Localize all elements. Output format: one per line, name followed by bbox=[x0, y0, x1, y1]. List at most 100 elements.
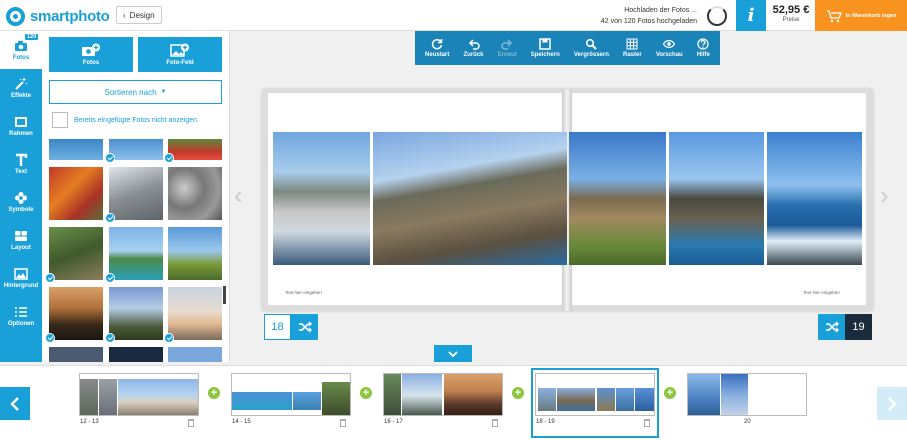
price-display[interactable]: 52,95 € Preise bbox=[768, 4, 814, 23]
design-back-button[interactable]: ‹ Design bbox=[116, 6, 162, 24]
photo-thumbnail[interactable] bbox=[168, 139, 222, 160]
grid-button[interactable]: Raster bbox=[623, 38, 642, 58]
tool-frames[interactable]: Rahmen bbox=[0, 107, 42, 145]
left-page-caption[interactable]: Text hier eingeben bbox=[285, 290, 322, 295]
magic-wand-icon bbox=[15, 78, 28, 90]
trash-icon[interactable] bbox=[492, 419, 498, 427]
right-page-number: 19 bbox=[845, 314, 872, 340]
hide-used-checkbox[interactable] bbox=[52, 112, 68, 128]
preview-button[interactable]: Vorschau bbox=[656, 38, 683, 58]
photo-thumbnail[interactable] bbox=[49, 287, 103, 340]
spread-thumbnail-16-17[interactable] bbox=[383, 373, 503, 416]
spread-thumbnail-14-15[interactable] bbox=[231, 373, 351, 416]
right-page-caption[interactable]: Text hier eingeben bbox=[803, 290, 840, 295]
chevron-right-icon: › bbox=[880, 180, 889, 210]
photo-thumbnail[interactable] bbox=[109, 139, 163, 160]
tool-label: Layout bbox=[11, 245, 31, 251]
filmstrip-next-button[interactable] bbox=[877, 387, 907, 420]
tool-label: Text bbox=[15, 169, 27, 175]
photo-thumbnail[interactable] bbox=[109, 287, 163, 340]
add-photos-label: Fotos bbox=[82, 60, 100, 66]
photo-thumbnail[interactable] bbox=[109, 167, 163, 220]
tool-photos[interactable]: 120 Fotos bbox=[0, 31, 42, 69]
page-photo-mountain[interactable] bbox=[569, 132, 666, 265]
photo-thumbnail[interactable] bbox=[168, 287, 222, 340]
used-check-icon bbox=[105, 273, 115, 283]
help-button[interactable]: Hilfe bbox=[697, 38, 710, 58]
save-icon bbox=[539, 38, 551, 50]
shuffle-left-button[interactable] bbox=[291, 314, 318, 340]
page-photo-cliffs[interactable] bbox=[373, 132, 567, 265]
design-button-label: Design bbox=[129, 10, 155, 20]
add-photos-button[interactable]: Fotos bbox=[49, 37, 133, 72]
prev-spread-arrow[interactable]: ‹ bbox=[234, 180, 243, 211]
plus-icon: + bbox=[210, 386, 218, 399]
photo-thumbnail[interactable] bbox=[49, 227, 103, 280]
shuffle-right-button[interactable] bbox=[818, 314, 845, 340]
photo-thumbnail[interactable] bbox=[168, 347, 222, 362]
sort-dropdown[interactable]: Sortieren nach ▼ bbox=[49, 80, 222, 104]
chevron-down-icon bbox=[448, 350, 458, 357]
photo-thumbnail[interactable] bbox=[109, 347, 163, 362]
save-button[interactable]: Speichern bbox=[531, 38, 560, 58]
tool-label: Rahmen bbox=[9, 131, 33, 137]
redo-button[interactable]: Erneut bbox=[498, 38, 517, 58]
plus-icon: + bbox=[362, 386, 370, 399]
text-icon bbox=[16, 153, 28, 166]
page-photo-harbor[interactable] bbox=[273, 132, 370, 265]
undo-button[interactable]: Zurück bbox=[464, 38, 484, 58]
hide-used-toggle[interactable]: Bereits eingefügte Fotos nicht anzeigen bbox=[52, 112, 197, 128]
panel-scrollbar[interactable] bbox=[223, 286, 226, 304]
frame-icon bbox=[15, 117, 27, 127]
photo-thumbnail[interactable] bbox=[168, 227, 222, 280]
cart-label: In Warenkorb legen bbox=[845, 12, 897, 19]
insert-spread-button[interactable]: + bbox=[208, 387, 220, 399]
page-photo-rocks-sea[interactable] bbox=[767, 132, 862, 265]
insert-spread-button[interactable]: + bbox=[664, 387, 676, 399]
used-check-icon bbox=[45, 333, 55, 343]
help-label: Hilfe bbox=[696, 52, 710, 58]
insert-spread-button[interactable]: + bbox=[512, 387, 524, 399]
next-spread-arrow[interactable]: › bbox=[880, 180, 889, 211]
photo-thumbnail[interactable] bbox=[49, 347, 103, 362]
tool-layout[interactable]: Layout bbox=[0, 221, 42, 259]
zoom-button[interactable]: Vergrössern bbox=[574, 38, 609, 58]
insert-spread-button[interactable]: + bbox=[360, 387, 372, 399]
photo-thumbnail[interactable] bbox=[49, 139, 103, 160]
photo-thumbnail[interactable] bbox=[168, 167, 222, 220]
info-button[interactable]: i bbox=[736, 0, 766, 31]
tool-effects[interactable]: Effekte bbox=[0, 69, 42, 107]
page-photo-headland[interactable] bbox=[669, 132, 764, 265]
spread-thumbnail-18-19[interactable] bbox=[535, 373, 655, 416]
tool-background[interactable]: Hintergrund bbox=[0, 259, 42, 297]
trash-icon[interactable] bbox=[188, 419, 194, 427]
trash-icon[interactable] bbox=[340, 419, 346, 427]
spread-thumbnail-12-13[interactable] bbox=[79, 373, 199, 416]
logo[interactable]: smartphoto bbox=[6, 6, 110, 26]
redo-label: Erneut bbox=[497, 52, 517, 58]
filmstrip-prev-button[interactable] bbox=[0, 387, 30, 420]
restart-label: Neustart bbox=[425, 52, 450, 58]
right-page-controls: 19 bbox=[818, 314, 872, 340]
restart-button[interactable]: Neustart bbox=[425, 38, 449, 58]
refresh-icon bbox=[432, 38, 443, 50]
tool-symbols[interactable]: Symbole bbox=[0, 183, 42, 221]
chevron-right-icon bbox=[888, 396, 897, 411]
spread-thumbnail-20[interactable] bbox=[687, 373, 807, 416]
list-icon bbox=[15, 307, 27, 317]
hide-used-label: Bereits eingefügte Fotos nicht anzeigen bbox=[74, 116, 197, 124]
tool-text[interactable]: Text bbox=[0, 145, 42, 183]
spread-label: 14 - 15 bbox=[232, 419, 251, 425]
add-photo-field-button[interactable]: Foto-Feld bbox=[138, 37, 222, 72]
photo-thumbnail[interactable] bbox=[49, 167, 103, 220]
trash-icon[interactable] bbox=[644, 419, 650, 427]
used-check-icon bbox=[105, 213, 115, 223]
used-check-icon bbox=[164, 153, 174, 163]
tool-options[interactable]: Optionen bbox=[0, 297, 42, 335]
spread-thumb-photo bbox=[384, 374, 401, 415]
spread-thumb-photo bbox=[293, 392, 321, 410]
grid-icon bbox=[626, 38, 638, 50]
collapse-filmstrip-button[interactable] bbox=[434, 345, 472, 362]
add-to-cart-button[interactable]: In Warenkorb legen bbox=[815, 0, 907, 31]
photo-thumbnail[interactable] bbox=[109, 227, 163, 280]
